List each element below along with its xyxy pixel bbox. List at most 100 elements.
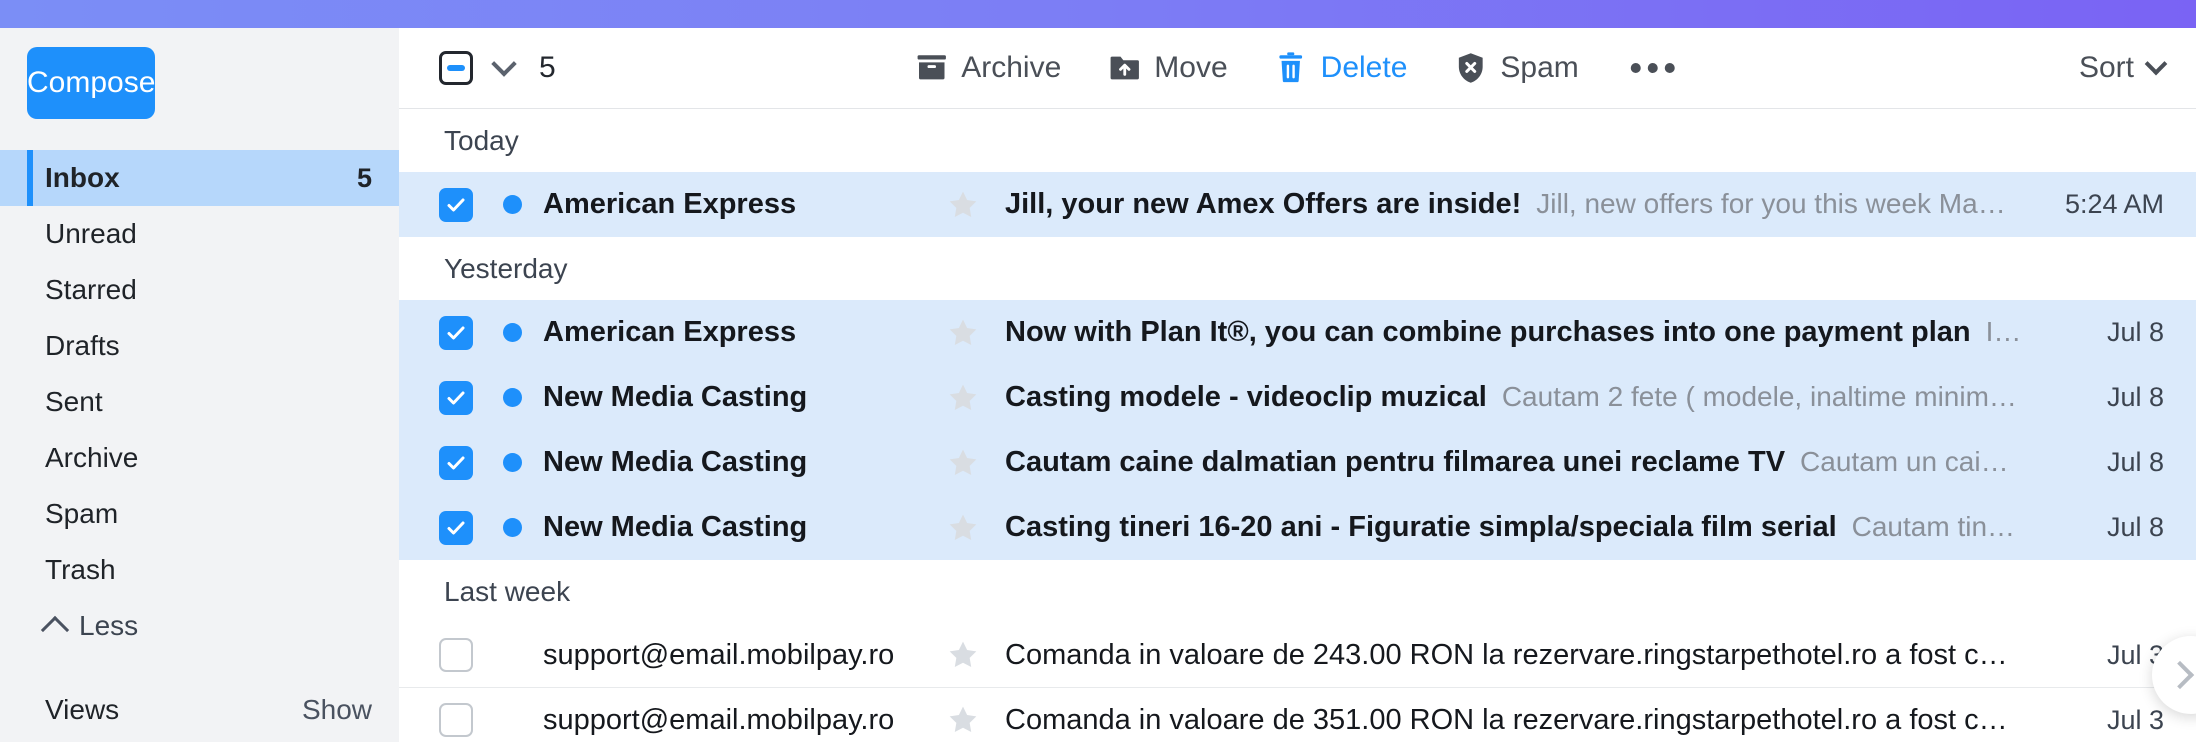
star-icon[interactable] [946, 703, 980, 737]
toolbar-actions: Archive Move Delete Spam [914, 51, 1681, 85]
selection-menu-chevron-down-icon[interactable] [491, 51, 517, 77]
sidebar-item-label: Sent [45, 386, 103, 417]
message-list: Today American Express Jill, your new Amex… [399, 109, 2196, 742]
row-checkbox[interactable] [439, 638, 473, 672]
message-timestamp: Jul 8 [2106, 317, 2164, 347]
sidebar-item-spam[interactable]: Spam [0, 486, 399, 542]
spam-label: Spam [1500, 51, 1579, 84]
sender-name: New Media Casting [543, 446, 808, 478]
compose-button[interactable]: Compose [27, 47, 156, 119]
message-timestamp: Jul 8 [2106, 512, 2164, 542]
message-subject: Casting modele - videoclip muzical [1005, 381, 1487, 413]
sidebar-item-archive[interactable]: Archive [0, 430, 399, 486]
more-options-button[interactable] [1625, 53, 1681, 83]
message-subject: Casting tineri 16-20 ani - Figuratie sim… [1005, 511, 1837, 543]
sidebar-item-label: Trash [45, 554, 116, 585]
sidebar-item-starred[interactable]: Starred [0, 262, 399, 318]
chevron-up-icon [40, 615, 70, 645]
unread-dot-icon [503, 518, 522, 537]
sort-label: Sort [2078, 51, 2134, 84]
list-group-header: Yesterday [399, 237, 2196, 300]
unread-dot-icon [503, 388, 522, 407]
views-section[interactable]: Views Show [0, 682, 399, 738]
read-placeholder [503, 646, 522, 665]
star-icon[interactable] [946, 511, 980, 545]
delete-label: Delete [1320, 51, 1408, 84]
row-checkbox[interactable] [439, 510, 473, 545]
window-accent-bar [0, 0, 2196, 28]
sidebar-item-label: Unread [45, 218, 137, 249]
row-checkbox[interactable] [439, 315, 473, 350]
row-checkbox[interactable] [439, 703, 473, 737]
select-all-checkbox[interactable] [439, 51, 473, 85]
sidebar-less-toggle[interactable]: Less [0, 598, 399, 654]
shield-x-icon [1453, 51, 1487, 85]
row-checkbox[interactable] [439, 187, 473, 222]
sender-name: New Media Casting [543, 381, 808, 413]
chevron-right-icon [2165, 660, 2195, 690]
email-client-window: Compose Inbox 5 Unread Starred Drafts Sent Arc… [0, 0, 2196, 742]
table-row[interactable]: American Express Now with Plan It®, you c… [399, 300, 2196, 365]
views-show-link[interactable]: Show [302, 694, 372, 726]
table-row[interactable]: New Media Casting Casting tineri 16-20 an… [399, 495, 2196, 560]
move-label: Move [1154, 51, 1228, 84]
star-icon[interactable] [946, 638, 980, 672]
message-body-preview: Comanda in valoare de 243.00 RON la reze… [1005, 639, 2020, 672]
sender-name: American Express [543, 188, 797, 220]
table-row[interactable]: American Express Jill, your new Amex Offe… [399, 172, 2196, 237]
sender-name: American Express [543, 316, 797, 348]
move-button[interactable]: Move [1107, 51, 1228, 85]
star-icon[interactable] [946, 188, 980, 222]
message-subject: Now with Plan It®, you can combine purch… [1005, 316, 1971, 348]
sidebar-item-inbox[interactable]: Inbox 5 [0, 150, 399, 206]
table-row[interactable]: support@email.mobilpay.ro Comanda in valo… [399, 623, 2196, 688]
sender-name: support@email.mobilpay.ro [543, 638, 895, 671]
trash-icon [1274, 51, 1308, 85]
message-snippet: Cautam 2 fete ( modele, inaltime minima … [1501, 381, 2020, 412]
message-timestamp: Jul 8 [2106, 382, 2164, 412]
table-row[interactable]: New Media Casting Cautam caine dalmatian … [399, 430, 2196, 495]
sidebar-item-unread[interactable]: Unread [0, 206, 399, 262]
message-toolbar: 5 Archive Move Delete Spam Sort [399, 28, 2196, 109]
selected-count: 5 [539, 51, 556, 84]
sidebar-item-drafts[interactable]: Drafts [0, 318, 399, 374]
star-icon[interactable] [946, 316, 980, 350]
selection-controls: 5 [439, 51, 556, 85]
message-subject: Jill, your new Amex Offers are inside! [1005, 188, 1522, 220]
archive-button[interactable]: Archive [914, 51, 1061, 85]
sidebar-item-label: Spam [45, 498, 119, 529]
message-timestamp: Jul 3 [2106, 639, 2164, 670]
list-group-header: Last week [399, 560, 2196, 623]
move-folder-icon [1107, 51, 1141, 85]
message-body-preview: Jill, your new Amex Offers are inside! Ji… [1005, 188, 2020, 221]
message-body-preview: Comanda in valoare de 351.00 RON la reze… [1005, 704, 2020, 737]
sender-name: New Media Casting [543, 511, 808, 543]
sidebar-item-count: 5 [356, 162, 372, 193]
indeterminate-dash-icon [447, 65, 465, 71]
ellipsis-icon [1664, 63, 1675, 73]
message-pane: 5 Archive Move Delete Spam Sort Today Americ… [399, 28, 2196, 742]
sidebar-item-sent[interactable]: Sent [0, 374, 399, 430]
sidebar-item-trash[interactable]: Trash [0, 542, 399, 598]
spam-button[interactable]: Spam [1453, 51, 1579, 85]
table-row[interactable]: support@email.mobilpay.ro Comanda in valo… [399, 688, 2196, 742]
table-row[interactable]: New Media Casting Casting modele - videoc… [399, 365, 2196, 430]
row-checkbox[interactable] [439, 445, 473, 480]
ellipsis-icon [1630, 63, 1641, 73]
archive-icon [914, 51, 948, 85]
row-checkbox[interactable] [439, 380, 473, 415]
delete-button[interactable]: Delete [1274, 51, 1408, 85]
list-group-header: Today [399, 109, 2196, 172]
message-body-preview: Cautam caine dalmatian pentru filmarea u… [1005, 446, 2020, 479]
star-icon[interactable] [946, 446, 980, 480]
sort-button[interactable]: Sort [2078, 51, 2168, 85]
star-icon[interactable] [946, 381, 980, 415]
message-body-preview: Casting tineri 16-20 ani - Figuratie sim… [1005, 511, 2020, 544]
message-snippet: Jill, new offers for you this week Manag… [1536, 188, 2020, 219]
mailbox-nav: Inbox 5 Unread Starred Drafts Sent Archive Spam… [0, 150, 399, 598]
unread-dot-icon [503, 453, 522, 472]
message-body-preview: Now with Plan It®, you can combine purch… [1005, 316, 2020, 349]
sidebar: Compose Inbox 5 Unread Starred Drafts Sent Arc… [0, 0, 399, 742]
message-body-preview: Casting modele - videoclip muzical Cautam… [1005, 381, 2020, 414]
unread-dot-icon [503, 195, 522, 214]
